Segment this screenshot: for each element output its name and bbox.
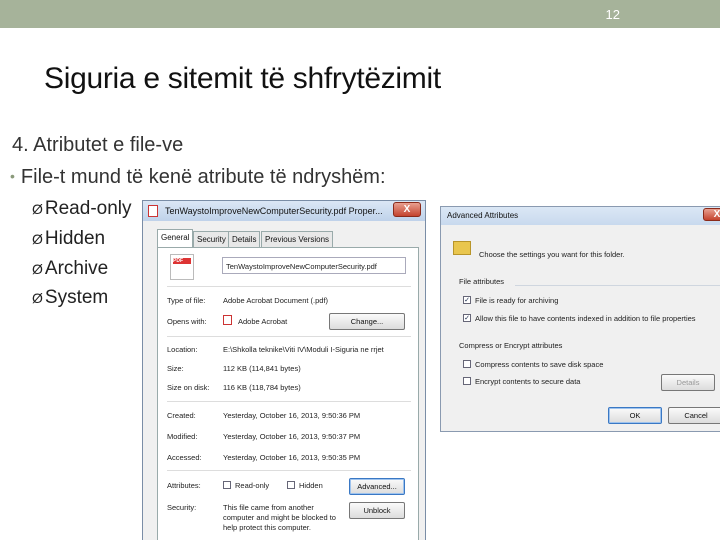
close-button[interactable]: X	[703, 208, 720, 221]
attribute-item: Ø System	[32, 287, 108, 309]
type-label: Type of file:	[167, 296, 206, 305]
index-label: Allow this file to have contents indexed…	[475, 314, 696, 323]
hidden-label: Hidden	[299, 481, 323, 490]
accessed-value: Yesterday, October 16, 2013, 9:50:35 PM	[223, 453, 361, 462]
divider	[167, 286, 411, 287]
properties-dialog: TenWaystoImproveNewComputerSecurity.pdf …	[142, 200, 426, 540]
opens-value: Adobe Acrobat	[238, 317, 288, 326]
disk-size-value: 116 KB (118,784 bytes)	[223, 383, 301, 392]
opens-label: Opens with:	[167, 317, 207, 326]
slide-number: 12	[605, 7, 620, 22]
modified-value: Yesterday, October 16, 2013, 9:50:37 PM	[223, 432, 361, 441]
arrow-bullet-icon: Ø	[32, 231, 43, 247]
unblock-button[interactable]: Unblock	[349, 502, 405, 519]
compress-checkbox[interactable]	[463, 360, 471, 368]
pdf-file-icon: PDF	[170, 254, 194, 280]
arrow-bullet-icon: Ø	[32, 290, 43, 306]
divider	[167, 336, 411, 337]
hidden-checkbox[interactable]	[287, 481, 295, 489]
created-value: Yesterday, October 16, 2013, 9:50:36 PM	[223, 411, 361, 420]
tab-details[interactable]: Details	[228, 231, 261, 247]
size-value: 112 KB (114,841 bytes)	[223, 364, 301, 373]
security-text-line-2: computer and might be blocked to	[223, 513, 336, 522]
cancel-button[interactable]: Cancel	[668, 407, 720, 424]
readonly-checkbox[interactable]	[223, 481, 231, 489]
details-button[interactable]: Details	[661, 374, 715, 391]
bullet-dot-icon: •	[10, 168, 15, 184]
tab-general[interactable]: General	[157, 229, 194, 247]
bullet-text: File-t mund të kenë atribute të ndryshëm…	[20, 166, 386, 188]
pdf-icon	[148, 205, 158, 217]
change-button[interactable]: Change...	[329, 313, 405, 330]
archive-checkbox[interactable]: ✓	[463, 296, 471, 304]
attribute-label: Read-only	[44, 198, 132, 219]
intro-text: Choose the settings you want for this fo…	[479, 250, 625, 259]
ok-button[interactable]: OK	[608, 407, 662, 424]
divider	[167, 401, 411, 402]
attribute-item: Ø Read-only	[32, 198, 132, 220]
type-value: Adobe Acrobat Document (.pdf)	[223, 296, 329, 305]
acrobat-icon	[223, 315, 232, 325]
bullet-item: • File-t mund të kenë atribute të ndryshë…	[10, 166, 386, 189]
attribute-label: System	[44, 287, 109, 308]
readonly-label: Read-only	[235, 481, 270, 490]
archive-label: File is ready for archiving	[475, 296, 559, 305]
close-button[interactable]: X	[393, 202, 421, 217]
location-value: E:\Shkolla teknike\Viti IV\Moduli I-Sigu…	[223, 345, 384, 354]
properties-titlebar: TenWaystoImproveNewComputerSecurity.pdf …	[143, 201, 425, 221]
attribute-label: Archive	[44, 258, 109, 279]
attribute-item: Ø Hidden	[32, 228, 105, 250]
folder-icon	[453, 241, 471, 255]
compress-heading: Compress or Encrypt attributes	[459, 341, 563, 350]
index-checkbox[interactable]: ✓	[463, 314, 471, 322]
disk-size-label: Size on disk:	[167, 383, 210, 392]
location-label: Location:	[167, 345, 198, 354]
compress-label: Compress contents to save disk space	[475, 360, 604, 369]
tab-previous-versions[interactable]: Previous Versions	[261, 231, 334, 247]
advanced-button[interactable]: Advanced...	[349, 478, 405, 495]
top-bar: 12	[0, 0, 720, 28]
attribute-label: Hidden	[44, 228, 106, 249]
filename-field[interactable]: TenWaystoImproveNewComputerSecurity.pdf	[222, 257, 406, 274]
accessed-label: Accessed:	[167, 453, 202, 462]
point-heading: 4. Atributet e file-ve	[12, 134, 184, 156]
properties-title: TenWaystoImproveNewComputerSecurity.pdf …	[165, 206, 383, 216]
created-label: Created:	[167, 411, 196, 420]
advanced-title: Advanced Attributes	[447, 211, 519, 220]
security-label: Security:	[167, 503, 197, 512]
general-panel: PDF TenWaystoImproveNewComputerSecurity.…	[157, 247, 419, 540]
encrypt-label: Encrypt contents to secure data	[475, 377, 581, 386]
group-line	[515, 285, 720, 286]
arrow-bullet-icon: Ø	[32, 261, 43, 277]
slide-title: Siguria e sitemit të shfrytëzimit	[44, 62, 441, 95]
tab-security[interactable]: Security	[193, 231, 230, 247]
security-text-line-1: This file came from another	[223, 503, 314, 512]
file-attributes-heading: File attributes	[459, 277, 505, 286]
slide: 12 Siguria e sitemit të shfrytëzimit 4. …	[0, 0, 720, 540]
encrypt-checkbox[interactable]	[463, 377, 471, 385]
size-label: Size:	[167, 364, 184, 373]
arrow-bullet-icon: Ø	[32, 201, 43, 217]
divider	[167, 470, 411, 471]
attributes-label: Attributes:	[167, 481, 201, 490]
advanced-attributes-dialog: Advanced Attributes X Choose the setting…	[440, 206, 720, 432]
advanced-titlebar: Advanced Attributes X	[441, 207, 720, 225]
security-text-line-3: help protect this computer.	[223, 523, 311, 532]
attribute-item: Ø Archive	[32, 258, 108, 280]
modified-label: Modified:	[167, 432, 198, 441]
